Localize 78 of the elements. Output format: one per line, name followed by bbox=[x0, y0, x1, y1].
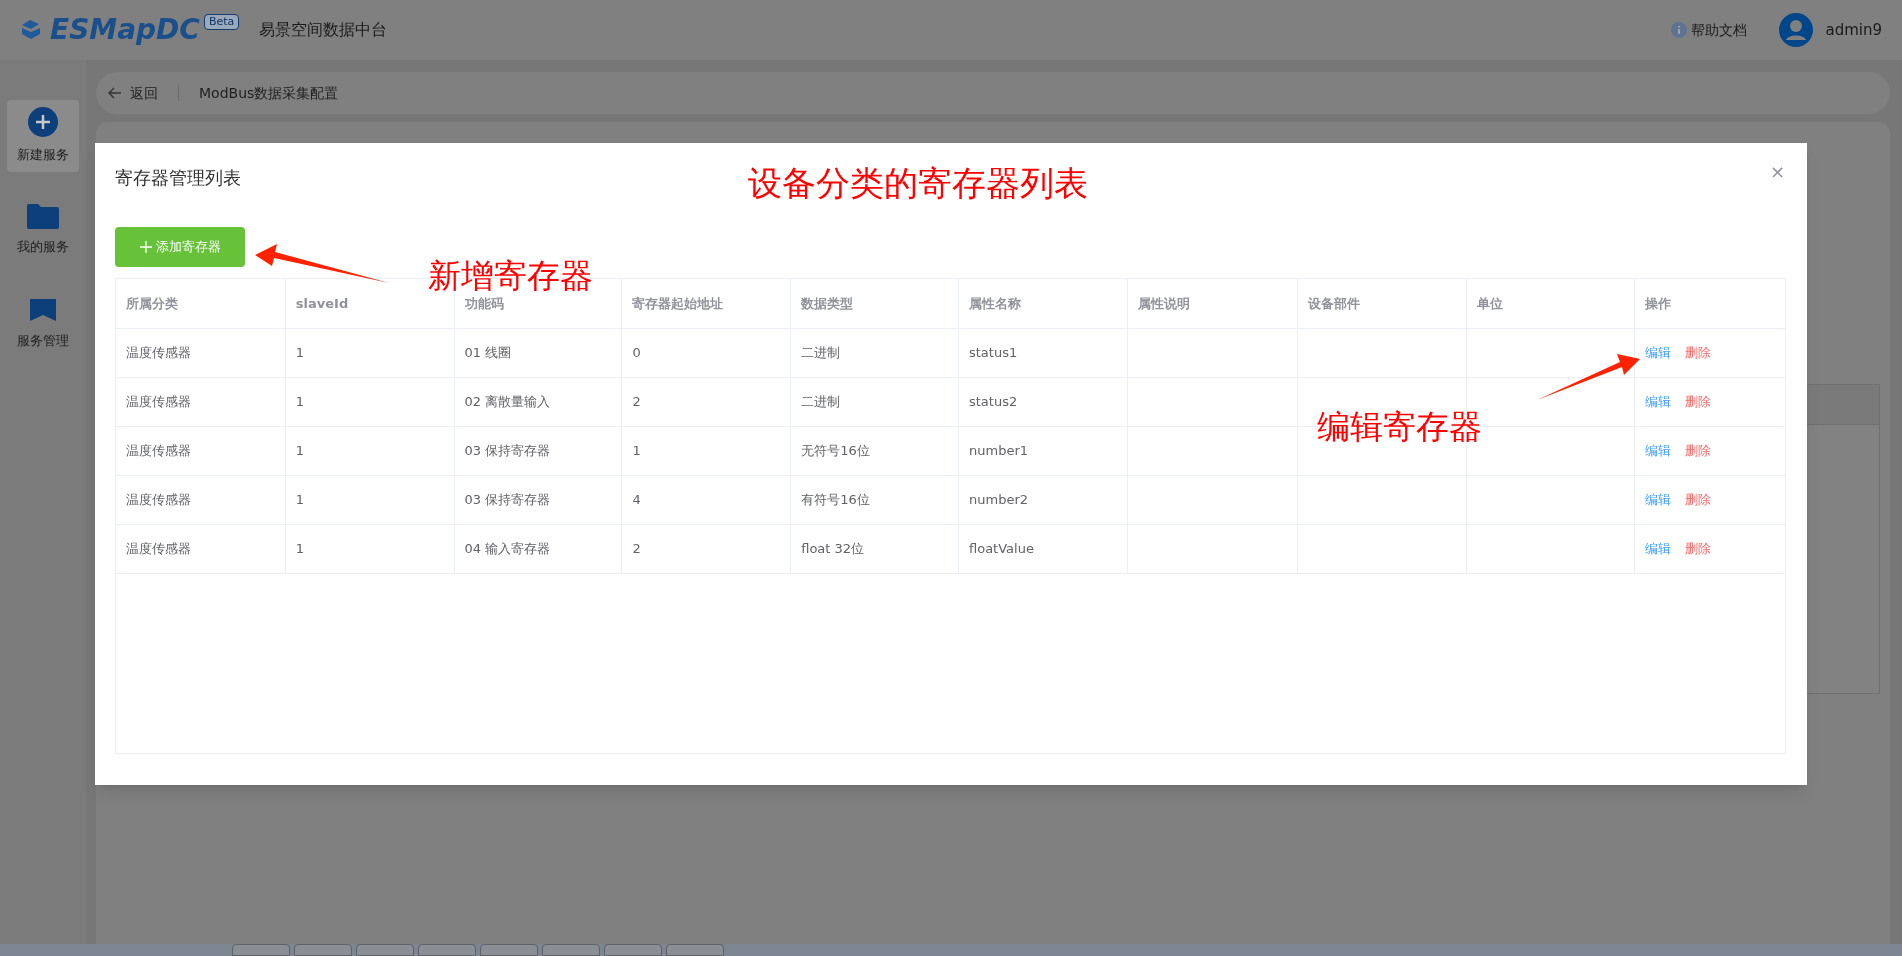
edit-link[interactable]: 编辑 bbox=[1645, 539, 1672, 559]
table-cell-text: 温度传感器 bbox=[126, 491, 191, 510]
table-cell-text: 温度传感器 bbox=[126, 393, 191, 412]
table-cell-text: 0 bbox=[632, 344, 641, 363]
book-icon bbox=[29, 297, 57, 324]
table-cell-text: status1 bbox=[969, 344, 1018, 363]
table-cell-text: 02 离散量输入 bbox=[464, 393, 551, 412]
table-cell-text: 1 bbox=[295, 491, 305, 510]
table-cell-text: 03 保持寄存器 bbox=[464, 442, 551, 461]
column-header: 数据类型 bbox=[791, 279, 959, 328]
delete-link[interactable]: 删除 bbox=[1685, 392, 1712, 412]
table-cell-text: 温度传感器 bbox=[126, 442, 191, 461]
sidebar-item[interactable]: 我的服务 bbox=[7, 194, 79, 266]
table-cell-text: 2 bbox=[632, 393, 641, 412]
table-cell-text: 二进制 bbox=[801, 344, 841, 363]
delete-link[interactable]: 删除 bbox=[1685, 343, 1712, 363]
table-cell-text: number2 bbox=[969, 491, 1028, 510]
taskbar-button[interactable] bbox=[418, 944, 476, 956]
column-header: 设备部件 bbox=[1297, 279, 1468, 328]
edit-link[interactable]: 编辑 bbox=[1645, 392, 1672, 412]
delete-link[interactable]: 删除 bbox=[1685, 490, 1712, 510]
close-button[interactable]: × bbox=[1769, 163, 1785, 181]
modal-title: 寄存器管理列表 bbox=[115, 165, 241, 190]
plus-icon bbox=[28, 107, 58, 138]
column-header: 单位 bbox=[1467, 279, 1636, 328]
annotation-text: 编辑寄存器 bbox=[1317, 406, 1482, 448]
edit-link[interactable]: 编辑 bbox=[1645, 490, 1672, 510]
table-cell-text: 1 bbox=[632, 442, 641, 461]
table-cell-text: 二进制 bbox=[801, 393, 841, 412]
table-cell-text: 2 bbox=[632, 540, 641, 559]
help-link[interactable]: 帮助文档 bbox=[1691, 19, 1748, 41]
table-cell-text: number1 bbox=[969, 442, 1028, 461]
table-cell-text: 1 bbox=[295, 393, 305, 412]
back-link[interactable]: 返回 bbox=[108, 82, 158, 104]
logo-text: ESMapDC bbox=[50, 16, 200, 44]
table-cell-text: floatValue bbox=[969, 540, 1034, 559]
column-header: 所属分类 bbox=[116, 279, 286, 328]
sidebar-item[interactable]: 新建服务 bbox=[7, 100, 79, 172]
taskbar-button[interactable] bbox=[666, 944, 724, 956]
edit-link[interactable]: 编辑 bbox=[1645, 343, 1672, 363]
username[interactable]: admin9 bbox=[1825, 18, 1882, 42]
folder-icon bbox=[27, 203, 59, 230]
table-cell-text: float 32位 bbox=[801, 540, 865, 559]
beta-badge: Beta bbox=[203, 14, 240, 30]
plus-icon bbox=[139, 241, 152, 253]
table-cell-text: 1 bbox=[295, 540, 305, 559]
delete-link[interactable]: 删除 bbox=[1685, 441, 1712, 461]
column-header: 属性名称 bbox=[959, 279, 1128, 328]
arrow-left-icon bbox=[108, 87, 122, 99]
table-cell-text: status2 bbox=[969, 393, 1018, 412]
table-cell-text: 01 线圈 bbox=[464, 344, 512, 363]
table-cell-text: 温度传感器 bbox=[126, 344, 191, 363]
column-header: 操作 bbox=[1644, 294, 1673, 313]
table-cell-text: 1 bbox=[295, 442, 305, 461]
taskbar-button[interactable] bbox=[356, 944, 414, 956]
annotation-text: 设备分类的寄存器列表 bbox=[748, 162, 1088, 205]
column-header: 寄存器起始地址 bbox=[622, 279, 792, 328]
table-cell-text: 4 bbox=[632, 491, 641, 510]
app-title: 易景空间数据中台 bbox=[259, 19, 388, 41]
taskbar-button[interactable] bbox=[480, 944, 538, 956]
add-register-button[interactable]: 添加寄存器 bbox=[115, 227, 245, 267]
table-cell-text: 1 bbox=[295, 344, 305, 363]
table-cell-text: 无符号16位 bbox=[801, 442, 870, 461]
taskbar-button[interactable] bbox=[604, 944, 662, 956]
table-cell-text: 温度传感器 bbox=[126, 540, 191, 559]
table-cell-text: 03 保持寄存器 bbox=[464, 491, 551, 510]
page-title: ModBus数据采集配置 bbox=[199, 83, 339, 103]
delete-link[interactable]: 删除 bbox=[1685, 539, 1712, 559]
info-icon bbox=[1671, 22, 1688, 38]
avatar-icon[interactable] bbox=[1779, 13, 1814, 47]
column-header: 属性说明 bbox=[1127, 279, 1298, 328]
taskbar-button[interactable] bbox=[542, 944, 600, 956]
taskbar-button[interactable] bbox=[294, 944, 352, 956]
table-cell-text: 04 输入寄存器 bbox=[464, 540, 551, 559]
edit-link[interactable]: 编辑 bbox=[1645, 441, 1672, 461]
sidebar-item[interactable]: 服务管理 bbox=[7, 288, 79, 360]
table-cell-text: 有符号16位 bbox=[801, 491, 870, 510]
taskbar-button[interactable] bbox=[232, 944, 290, 956]
